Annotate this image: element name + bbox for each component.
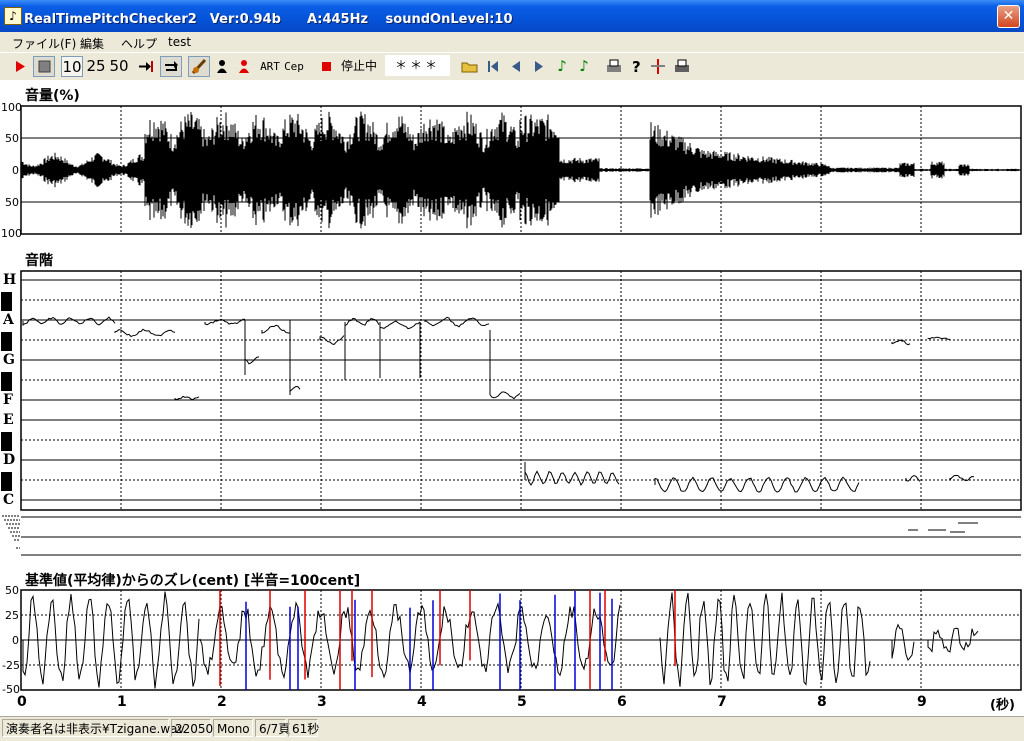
black-key xyxy=(1,292,12,311)
note-label-d: D xyxy=(3,452,16,468)
x-tick: 5 xyxy=(517,694,527,710)
volume-ytick: 0 xyxy=(12,164,19,177)
status-channels: Mono xyxy=(213,719,253,737)
note-label-e: E xyxy=(3,412,14,428)
x-tick: 1 xyxy=(117,694,127,710)
x-tick: 9 xyxy=(917,694,927,710)
x-unit-label: (秒) xyxy=(990,698,1015,713)
x-tick: 6 xyxy=(617,694,627,710)
status-duration: 61秒 xyxy=(288,719,319,737)
black-key xyxy=(1,332,12,351)
note-label-f: F xyxy=(3,392,13,408)
note-label-c: C xyxy=(3,492,15,508)
x-tick: 7 xyxy=(717,694,727,710)
volume-panel-title: 音量(%) xyxy=(25,88,80,104)
status-rate: 22050 xyxy=(171,719,213,737)
x-tick: 0 xyxy=(17,694,27,710)
black-key xyxy=(1,372,12,391)
note-label-a: A xyxy=(3,312,14,328)
deviation-ytick: 25 xyxy=(5,609,19,622)
strip-marks xyxy=(908,522,978,533)
black-key xyxy=(1,472,12,491)
x-tick: 8 xyxy=(817,694,827,710)
note-label-g: G xyxy=(3,352,15,368)
x-tick: 2 xyxy=(217,694,227,710)
deviation-panel-title: 基準値(平均律)からのズレ(cent) [半音=100cent] xyxy=(25,573,361,589)
volume-ytick: 100 xyxy=(1,101,22,114)
plots-canvas xyxy=(2,105,1022,691)
note-label-h: H xyxy=(3,272,17,288)
black-key xyxy=(1,432,12,451)
scale-panel-frame xyxy=(20,270,1022,511)
status-file: 演奏者名は非表示¥Tzigane.wav xyxy=(2,719,185,737)
volume-ytick: 50 xyxy=(5,132,19,145)
volume-ytick: 100 xyxy=(1,227,22,240)
deviation-ytick: 0 xyxy=(12,634,19,647)
volume-ytick: 50 xyxy=(5,196,19,209)
status-page: 6/7頁 xyxy=(255,719,290,737)
status-bar: 演奏者名は非表示¥Tzigane.wav 22050 Mono 6/7頁 61秒 xyxy=(0,716,1024,741)
x-tick: 4 xyxy=(417,694,427,710)
deviation-ytick: 50 xyxy=(5,584,19,597)
scale-panel-title: 音階 xyxy=(25,253,53,269)
x-tick: 3 xyxy=(317,694,327,710)
deviation-ytick: -25 xyxy=(2,659,20,672)
strip-left-ticks xyxy=(2,515,20,549)
